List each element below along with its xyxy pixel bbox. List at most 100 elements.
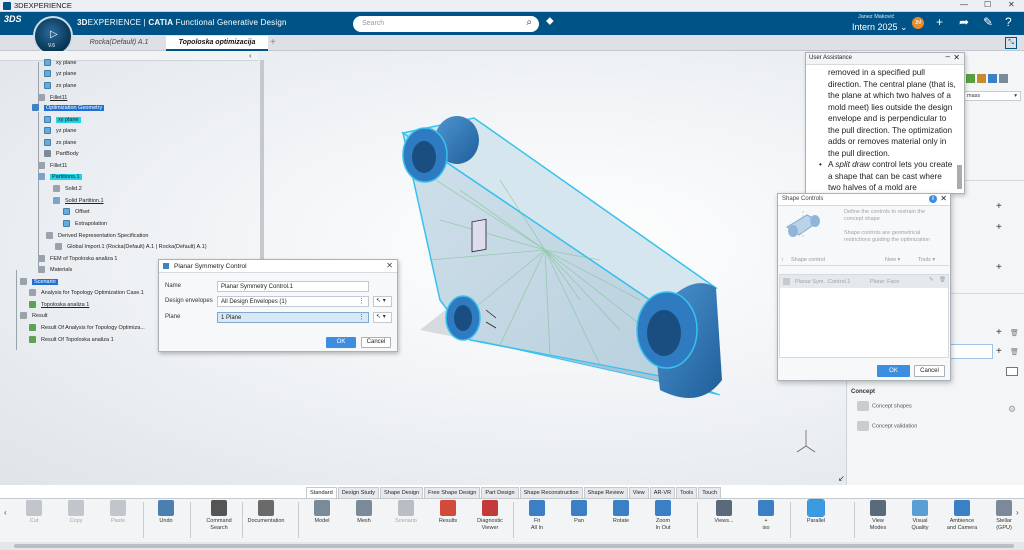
tools-menu[interactable]: Tools ▾	[918, 257, 935, 263]
tree-item[interactable]: Result Of Analysis for Topology Optimiza…	[29, 324, 145, 333]
new-menu[interactable]: New ▾	[885, 257, 900, 263]
tree-item[interactable]: xy plane	[44, 59, 77, 68]
tree-item[interactable]: Solid.2	[53, 185, 82, 194]
add-icon[interactable]: +	[996, 201, 1002, 212]
display-icon[interactable]	[1006, 367, 1018, 376]
cancel-button[interactable]: Cancel	[361, 337, 391, 348]
iso-button[interactable]: + iso	[744, 500, 788, 531]
scenario-button[interactable]: Scenario	[384, 500, 428, 525]
tree-item[interactable]: Partitions.1	[38, 173, 82, 182]
material-icon[interactable]	[966, 74, 975, 83]
dialog-title-bar[interactable]: Planar Symmetry Control ✕	[159, 260, 397, 273]
add-icon[interactable]: +	[996, 327, 1002, 338]
tree-item[interactable]: yz plane	[44, 70, 77, 79]
tab-shape-design[interactable]: Shape Design	[379, 487, 424, 498]
collapse-icon[interactable]: ↕	[781, 257, 784, 263]
property-icon[interactable]	[977, 74, 986, 83]
viewport-corner-icon[interactable]: ↙	[838, 474, 845, 483]
minimize-icon[interactable]: –	[946, 53, 950, 61]
delete-icon[interactable]: 🗑	[939, 277, 946, 283]
panel-header[interactable]: Shape Controls i ✕	[778, 194, 950, 206]
tab-ar-vr[interactable]: AR-VR	[649, 487, 676, 498]
tree-item[interactable]: Solid Partition.1	[53, 197, 104, 206]
tree-item[interactable]: yz plane	[44, 127, 77, 136]
settings-icon[interactable]	[999, 74, 1008, 83]
tree-item[interactable]: PartBody	[44, 150, 79, 159]
tree-collapse-icon[interactable]: ‹	[249, 51, 252, 60]
concept-shapes-item[interactable]: Concept shapes	[857, 401, 912, 411]
concept-validation-item[interactable]: Concept validation	[857, 421, 917, 431]
tab-standard[interactable]: Standard	[306, 487, 337, 498]
list-item[interactable]: Planar Sym...Control.1 Plane: Face ✎ 🗑	[780, 275, 948, 288]
mesh-icon[interactable]	[988, 74, 997, 83]
delete-icon[interactable]: 🗑	[1010, 348, 1019, 356]
tree-item[interactable]: Scenario	[20, 278, 58, 287]
tree-item[interactable]: Extrapolation	[63, 220, 107, 229]
gear-icon[interactable]: ⚙	[1008, 404, 1016, 415]
objective-dropdown[interactable]: mass ▾	[963, 91, 1021, 101]
more-icon[interactable]: ⋮	[358, 297, 365, 305]
ok-button[interactable]: OK	[326, 337, 356, 348]
compass[interactable]: ▷ V.6	[33, 16, 73, 56]
undo-button[interactable]: Undo	[144, 500, 188, 525]
paste-button[interactable]: Paste	[96, 500, 140, 525]
tree-item[interactable]: Global Import.1 (Rocka(Default) A.1 | Ro…	[55, 243, 207, 252]
mesh-button[interactable]: Mesh	[342, 500, 386, 525]
results-button[interactable]: Results	[426, 500, 470, 525]
edit-icon[interactable]: ✎	[929, 277, 934, 283]
add-icon[interactable]: +	[996, 262, 1002, 273]
tab-touch[interactable]: Touch	[698, 487, 722, 498]
right-panel-icons[interactable]	[966, 74, 1020, 86]
zoom-in-out-button[interactable]: Zoom In Out	[641, 500, 685, 531]
tree-item[interactable]: Offset	[63, 208, 90, 217]
tree-item[interactable]: Result	[20, 312, 48, 321]
rotate-button[interactable]: Rotate	[599, 500, 643, 525]
scroll-left-icon[interactable]: ‹	[4, 508, 7, 517]
tree-item[interactable]: Fillet11	[38, 94, 67, 103]
tab-tools[interactable]: Tools	[676, 487, 698, 498]
close-icon[interactable]: ✕	[953, 53, 960, 62]
panel-header[interactable]: User Assistance – ✕	[806, 53, 964, 65]
envelopes-picker[interactable]: ↖ ▾	[373, 296, 392, 307]
tab-free-shape-design[interactable]: Free Shape Design	[424, 487, 481, 498]
assistance-scrollbar[interactable]	[957, 165, 962, 189]
tree-item[interactable]: zx plane	[44, 82, 77, 91]
tree-scrollbar[interactable]	[260, 60, 264, 260]
tab-view[interactable]: View	[628, 487, 649, 498]
plane-field[interactable]: 1 Plane ⋮	[217, 312, 369, 323]
add-icon[interactable]: +	[996, 222, 1002, 233]
envelopes-field[interactable]: All Design Envelopes (1) ⋮	[217, 296, 369, 307]
parallel-button[interactable]: Parallel	[794, 499, 838, 525]
command-search-button[interactable]: Command Search	[197, 500, 241, 531]
cut-button[interactable]: Cut	[12, 500, 56, 525]
plane-picker[interactable]: ↖ ▾	[373, 312, 392, 323]
tree-item[interactable]: Derived Representation Specification	[46, 232, 149, 241]
ok-button[interactable]: OK	[877, 365, 910, 377]
tree-item[interactable]: Result Of Topoloska analiza 1	[29, 336, 114, 345]
delete-icon[interactable]: 🗑	[1010, 329, 1019, 337]
play-icon[interactable]: ▷	[50, 29, 58, 40]
model-button[interactable]: Model	[300, 500, 344, 525]
close-icon[interactable]: ✕	[386, 261, 393, 270]
copy-button[interactable]: Copy	[54, 500, 98, 525]
tree-item-optimization-geometry[interactable]: Optimization Geometry	[32, 104, 105, 113]
add-icon[interactable]: +	[996, 346, 1002, 357]
fit-all-in-button[interactable]: Fit All In	[515, 500, 559, 531]
tree-item[interactable]: xy plane	[44, 116, 81, 125]
scrollbar-thumb[interactable]	[14, 544, 1014, 548]
tree-item[interactable]: Fillet11	[38, 162, 67, 171]
tab-part-design[interactable]: Part Design	[481, 487, 519, 498]
more-icon[interactable]: ⋮	[358, 313, 365, 321]
tab-design-study[interactable]: Design Study	[337, 487, 379, 498]
tab-shape-reconstruction[interactable]: Shape Reconstruction	[519, 487, 583, 498]
tree-item[interactable]: Analysis for Topology Optimization Case.…	[29, 289, 144, 298]
documentation-button[interactable]: Documentation	[244, 500, 288, 525]
tree-item[interactable]: zx plane	[44, 139, 77, 148]
name-field[interactable]: Planar Symmetry Control.1	[217, 281, 369, 292]
pan-button[interactable]: Pan	[557, 500, 601, 525]
views-button[interactable]: Views...	[702, 500, 746, 525]
ambience-and-camera-button[interactable]: Ambience and Camera	[940, 500, 984, 531]
info-icon[interactable]: i	[929, 195, 937, 203]
tree-item[interactable]: FEM of Topoloska analiza 1	[38, 255, 117, 264]
tree-item[interactable]: Topoloska analiza 1	[29, 301, 89, 310]
